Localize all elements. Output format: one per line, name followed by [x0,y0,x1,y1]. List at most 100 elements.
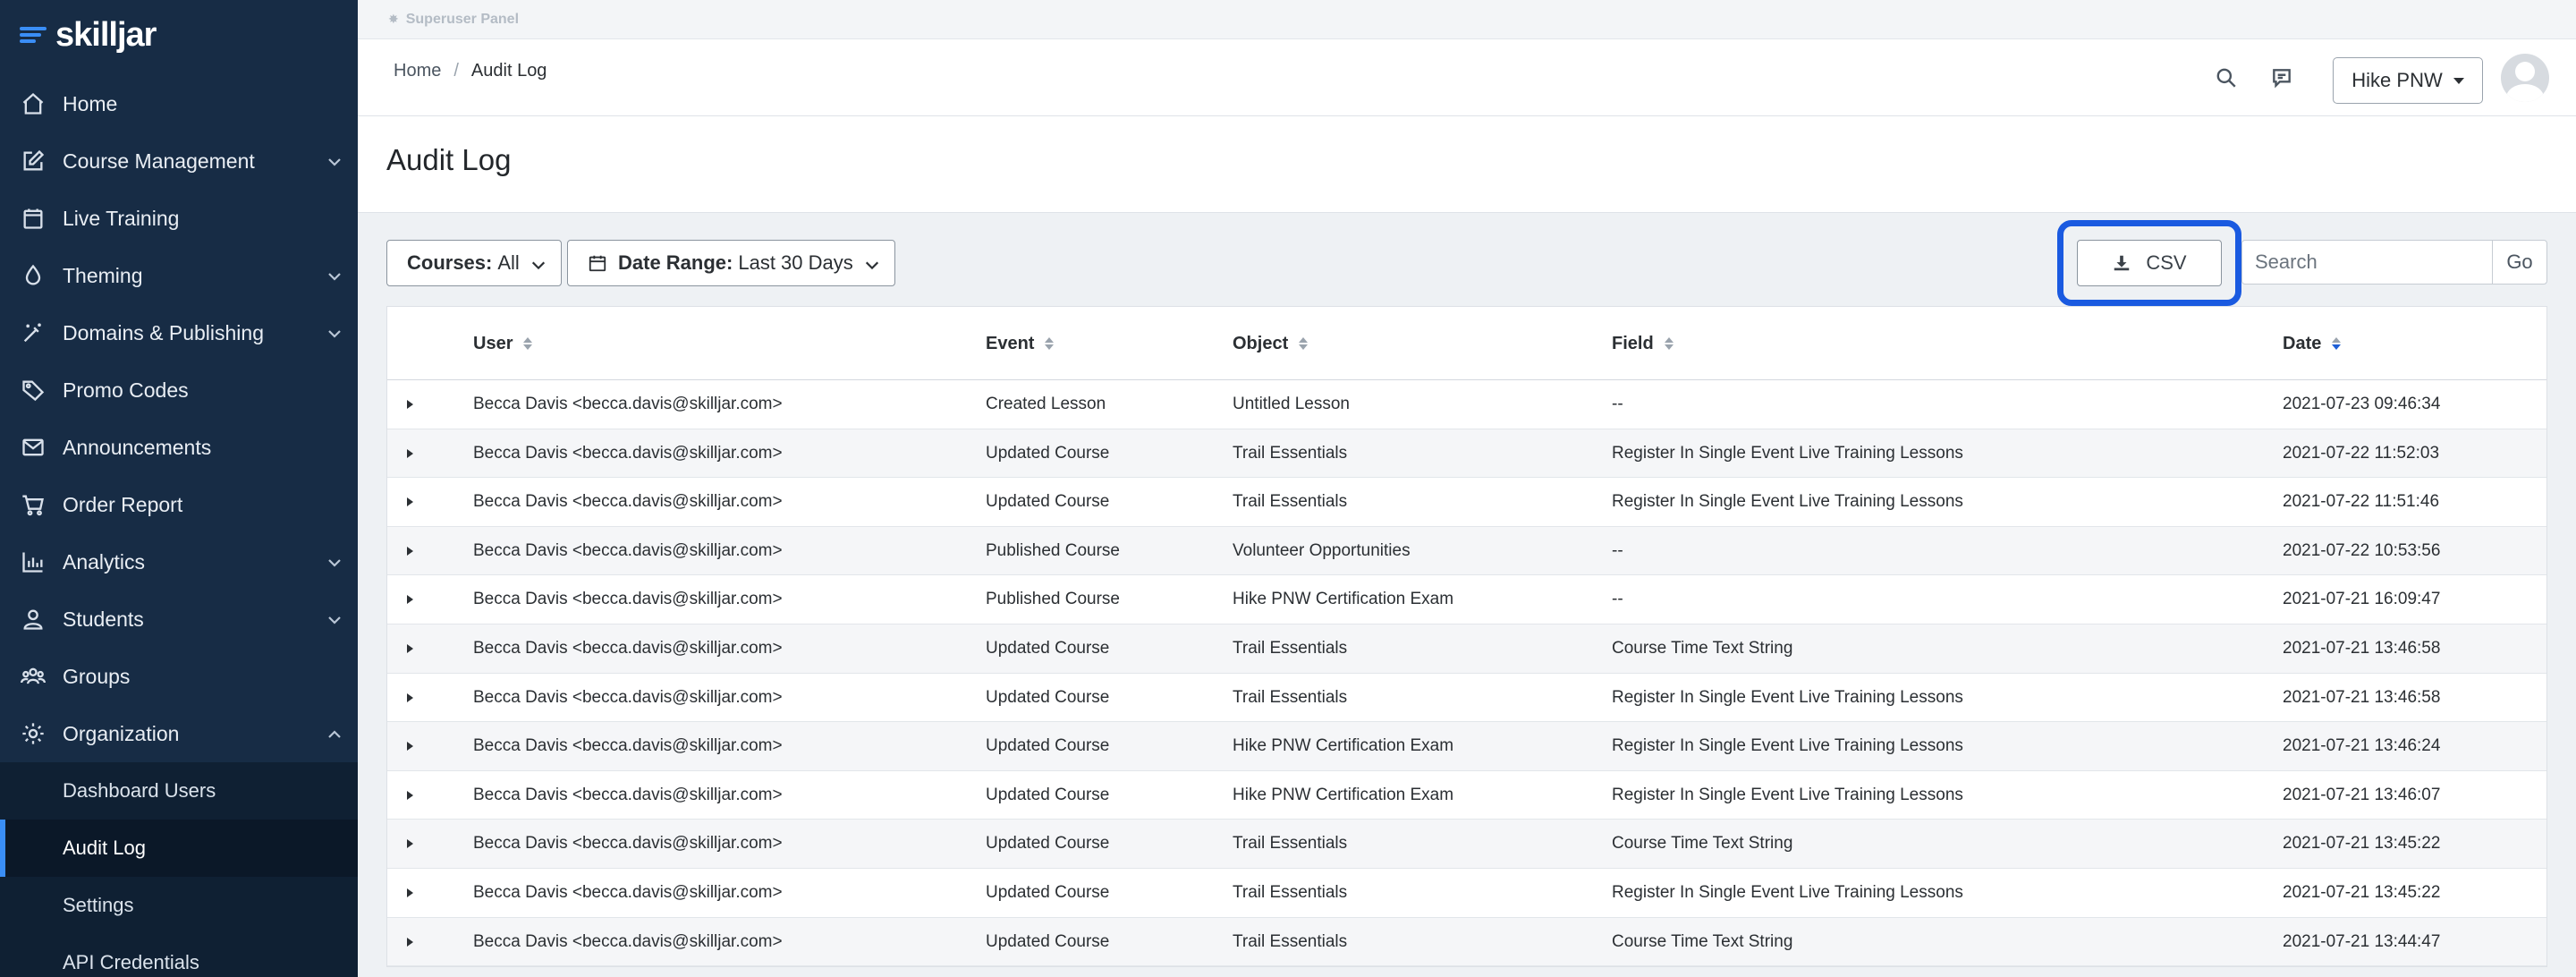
cell-field: Course Time Text String [1612,834,1793,854]
cell-field: Register In Single Event Live Training L… [1612,492,1963,512]
cell-object: Trail Essentials [1233,834,1348,854]
table-row[interactable]: Becca Davis <becca.davis@skilljar.com> U… [387,429,2546,479]
page-title: Audit Log [386,143,512,176]
table-row[interactable]: Becca Davis <becca.davis@skilljar.com> P… [387,526,2546,576]
cell-event: Updated Course [986,492,1110,512]
sidebar-item-groups[interactable]: Groups [0,648,358,705]
sidebar-subitem-settings[interactable]: Settings [0,877,358,934]
sort-icon [1045,337,1055,350]
sidebar-item-course-management[interactable]: Course Management [0,132,358,190]
sidebar-item-order-report[interactable]: Order Report [0,476,358,533]
feedback-chat-icon[interactable] [2270,66,2295,91]
csv-export-button[interactable]: CSV [2077,240,2222,286]
sidebar-subitem-label: Dashboard Users [63,779,216,802]
table-row[interactable]: Becca Davis <becca.davis@skilljar.com> U… [387,624,2546,674]
column-header-date[interactable]: Date [2283,307,2342,380]
home-icon [20,90,47,117]
sidebar-item-label: Promo Codes [63,378,189,402]
sidebar-subitem-label: Settings [63,894,134,916]
cell-date: 2021-07-21 13:45:22 [2283,882,2441,902]
cell-date: 2021-07-21 13:46:58 [2283,687,2441,707]
cell-user: Becca Davis <becca.davis@skilljar.com> [473,931,783,951]
envelope-icon [20,434,47,461]
csv-button-label: CSV [2146,251,2187,274]
caret-right-icon[interactable] [407,790,413,800]
column-header-field[interactable]: Field [1612,307,1674,380]
table-row[interactable]: Becca Davis <becca.davis@skilljar.com> U… [387,674,2546,723]
tag-icon [20,377,47,404]
sort-descending-icon [2332,337,2342,350]
column-header-object[interactable]: Object [1233,307,1309,380]
cell-date: 2021-07-23 09:46:34 [2283,395,2441,413]
courses-filter-dropdown[interactable]: Courses: All [386,240,562,286]
caret-right-icon[interactable] [407,400,413,409]
cell-date: 2021-07-22 11:51:46 [2283,492,2440,512]
sidebar-item-analytics[interactable]: Analytics [0,533,358,590]
sidebar-subitem-audit-log[interactable]: Audit Log [0,820,358,877]
search-input[interactable] [2241,240,2492,285]
sidebar-nav: Home Course Management Live Training The… [0,75,358,977]
sidebar-item-home[interactable]: Home [0,75,358,132]
table-row[interactable]: Becca Davis <becca.davis@skilljar.com> U… [387,869,2546,918]
table-row[interactable]: Becca Davis <becca.davis@skilljar.com> P… [387,575,2546,624]
column-header-user[interactable]: User [473,307,533,380]
cart-icon [20,491,47,518]
caret-right-icon[interactable] [407,888,413,897]
sidebar-item-students[interactable]: Students [0,590,358,648]
avatar[interactable] [2501,54,2549,102]
sidebar-item-theming[interactable]: Theming [0,247,358,304]
cell-field: Register In Single Event Live Training L… [1612,736,1963,756]
caret-right-icon[interactable] [407,448,413,458]
chevron-down-icon [326,610,343,628]
caret-right-icon[interactable] [407,546,413,556]
cell-user: Becca Davis <becca.davis@skilljar.com> [473,834,783,854]
cell-field: Register In Single Event Live Training L… [1612,882,1963,902]
sidebar-item-label: Order Report [63,492,183,516]
date-range-filter-value: Last 30 Days [738,251,853,274]
sidebar-item-announcements[interactable]: Announcements [0,419,358,476]
cell-user: Becca Davis <becca.davis@skilljar.com> [473,882,783,902]
sort-icon [1299,337,1309,350]
caret-right-icon[interactable] [407,937,413,947]
sidebar-item-promo-codes[interactable]: Promo Codes [0,361,358,419]
search-icon[interactable] [2215,66,2240,91]
magic-wand-icon [20,319,47,346]
sidebar-subitem-api-credentials[interactable]: API Credentials [0,934,358,977]
caret-right-icon[interactable] [407,742,413,752]
caret-right-icon[interactable] [407,692,413,702]
cell-field: Register In Single Event Live Training L… [1612,443,1963,463]
table-row[interactable]: Becca Davis <becca.davis@skilljar.com> C… [387,380,2546,429]
table-row[interactable]: Becca Davis <becca.davis@skilljar.com> U… [387,771,2546,820]
table-header: User Event Object Field Date [387,307,2546,380]
cell-date: 2021-07-21 13:46:24 [2283,736,2441,756]
date-range-filter-dropdown[interactable]: Date Range: Last 30 Days [567,240,895,286]
sidebar-item-label: Students [63,607,144,631]
chevron-down-icon [326,553,343,571]
sidebar-item-label: Organization [63,721,180,745]
search-go-button[interactable]: Go [2492,240,2547,285]
org-switcher-dropdown[interactable]: Hike PNW [2333,57,2483,104]
cell-object: Trail Essentials [1233,882,1348,902]
column-header-event[interactable]: Event [986,307,1055,380]
table-row[interactable]: Becca Davis <becca.davis@skilljar.com> U… [387,478,2546,527]
sidebar-item-live-training[interactable]: Live Training [0,190,358,247]
sidebar-item-organization[interactable]: Organization [0,705,358,762]
sidebar-subitem-dashboard-users[interactable]: Dashboard Users [0,762,358,820]
pin-icon: ✸ [388,12,399,26]
skilljar-logo[interactable]: skilljar [20,13,157,57]
breadcrumb-home-link[interactable]: Home [394,61,441,81]
superuser-panel-bar[interactable]: ✸ Superuser Panel [358,0,2576,39]
caret-right-icon[interactable] [407,839,413,849]
caret-right-icon[interactable] [407,643,413,653]
sidebar-subitem-label: API Credentials [63,951,199,973]
table-row[interactable]: Becca Davis <becca.davis@skilljar.com> U… [387,722,2546,771]
table-row[interactable]: Becca Davis <becca.davis@skilljar.com> U… [387,917,2546,967]
chevron-down-icon [326,267,343,285]
cell-event: Published Course [986,590,1120,609]
cell-field: Course Time Text String [1612,931,1793,951]
breadcrumb-current: Audit Log [470,61,547,81]
caret-right-icon[interactable] [407,595,413,605]
sidebar-item-domains-publishing[interactable]: Domains & Publishing [0,304,358,361]
caret-right-icon[interactable] [407,497,413,507]
table-row[interactable]: Becca Davis <becca.davis@skilljar.com> U… [387,820,2546,869]
